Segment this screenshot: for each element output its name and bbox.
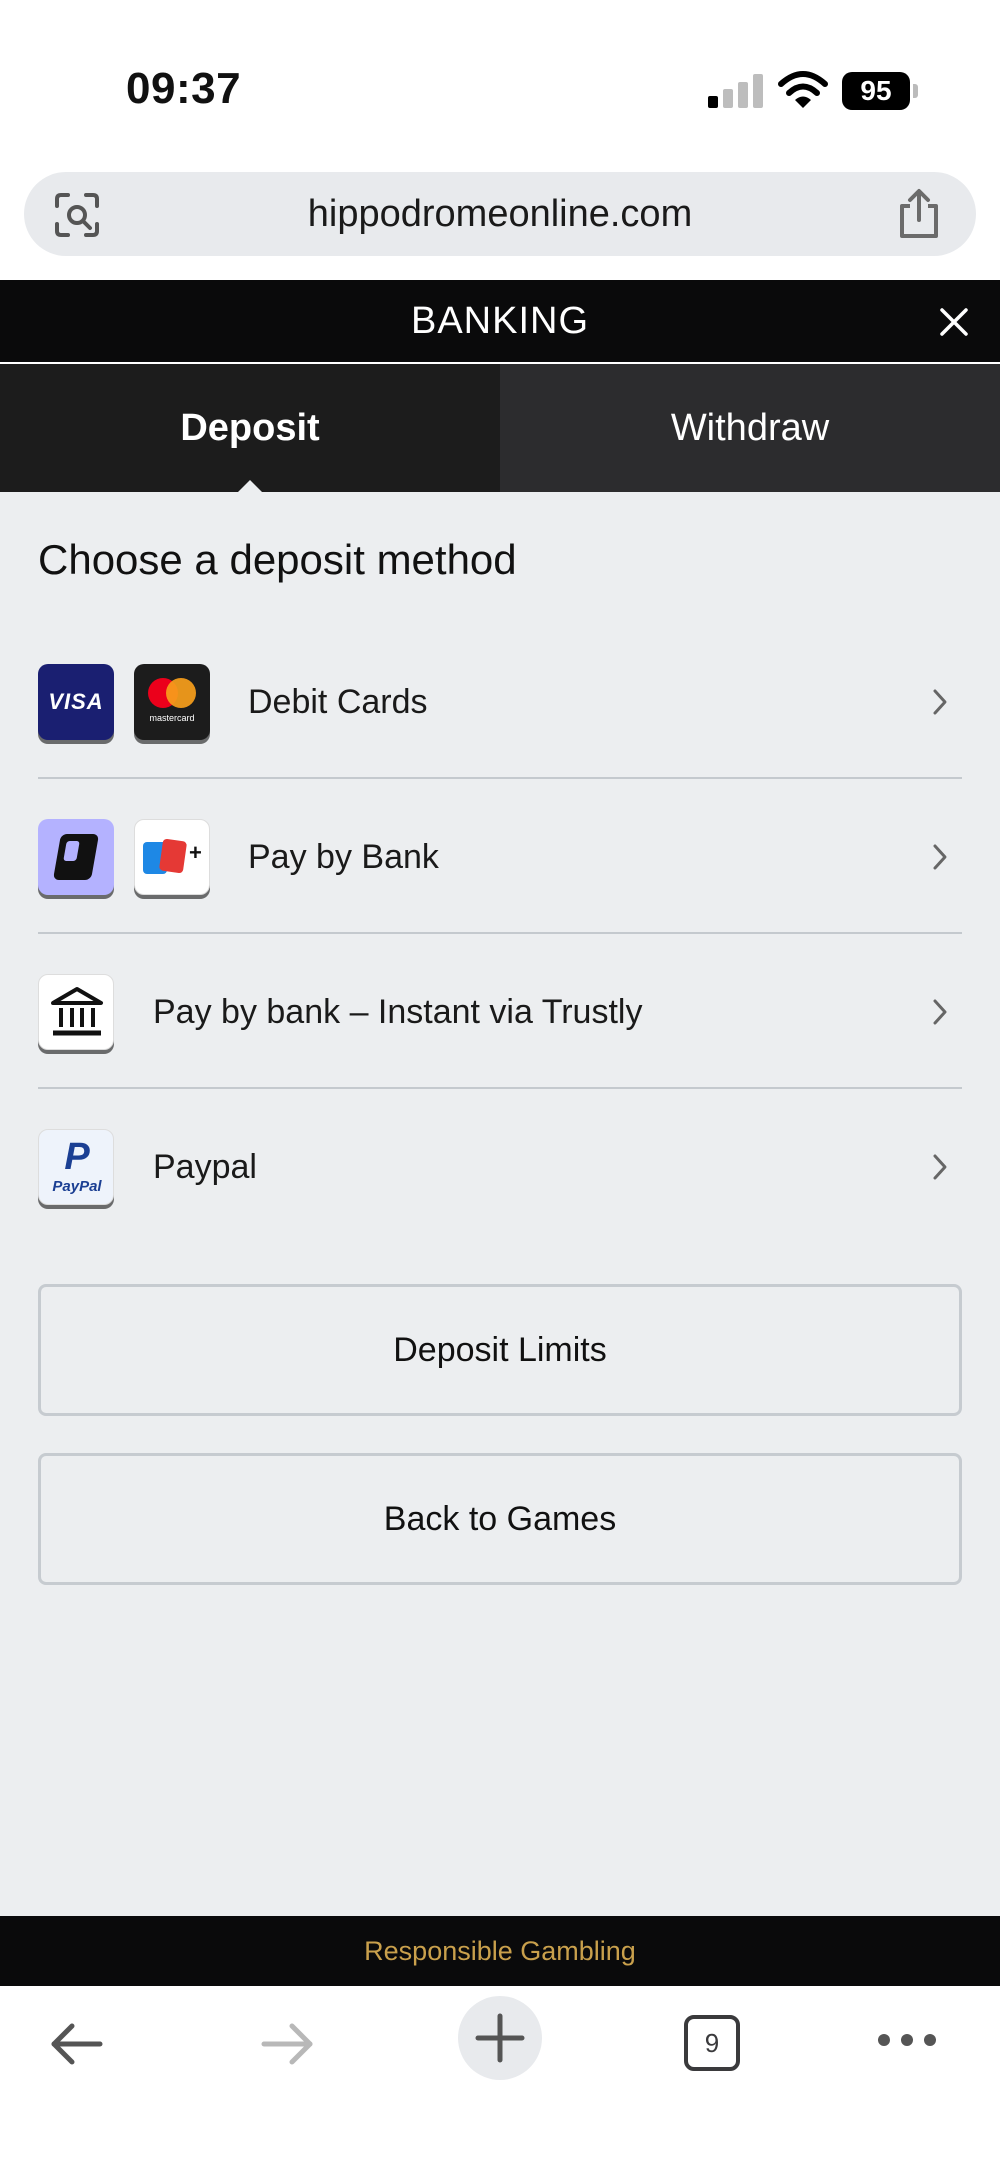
cellular-signal-icon: [708, 74, 763, 108]
bank-cards-logo: +: [134, 819, 210, 895]
method-label: Paypal: [153, 1148, 257, 1186]
tab-withdraw[interactable]: Withdraw: [500, 364, 1000, 492]
tab-deposit[interactable]: Deposit: [0, 364, 500, 492]
url-text[interactable]: hippodromeonline.com: [24, 172, 976, 256]
paypal-logo: P PayPal: [38, 1129, 114, 1205]
battery-indicator: 95: [842, 72, 918, 110]
visa-logo: VISA: [38, 664, 114, 740]
banking-tabs: Deposit Withdraw: [0, 364, 1000, 492]
chevron-right-icon: [933, 999, 947, 1025]
divider: [38, 932, 962, 934]
status-time: 09:37: [126, 64, 242, 113]
browser-toolbar: 9: [0, 1986, 1000, 2171]
bank-card-red: [158, 838, 188, 874]
chevron-right-icon: [933, 689, 947, 715]
back-to-games-button[interactable]: Back to Games: [38, 1453, 962, 1585]
new-tab-button[interactable]: [458, 1996, 542, 2080]
tabs-count-button[interactable]: 9: [684, 2015, 740, 2071]
mastercard-orange-circle: [166, 678, 196, 708]
forward-arrow-icon[interactable]: [260, 2022, 316, 2066]
chevron-right-icon: [933, 844, 947, 870]
battery-level: 95: [842, 72, 910, 110]
bank-building-icon: [38, 974, 114, 1050]
chevron-right-icon: [933, 1154, 947, 1180]
paypal-mark: P: [64, 1136, 90, 1178]
address-bar[interactable]: hippodromeonline.com: [24, 172, 976, 256]
method-paypal[interactable]: P PayPal Paypal: [38, 1090, 962, 1244]
pay-by-bank-logo: [38, 819, 114, 895]
plus-icon: +: [189, 840, 202, 865]
method-label: Debit Cards: [248, 683, 428, 721]
page-title: BANKING: [410, 300, 590, 342]
bank-building-glyph: [51, 987, 103, 1036]
responsible-gambling-link[interactable]: Responsible Gambling: [0, 1916, 1000, 1986]
active-tab-indicator: [238, 480, 262, 492]
back-arrow-icon[interactable]: [48, 2022, 104, 2066]
banking-header: BANKING: [0, 280, 1000, 362]
deposit-panel: Choose a deposit method VISA mastercard …: [0, 492, 1000, 1916]
method-pay-by-bank[interactable]: + Pay by Bank: [38, 780, 962, 934]
section-title: Choose a deposit method: [38, 536, 517, 583]
mastercard-wordmark: mastercard: [149, 713, 195, 723]
close-icon[interactable]: [938, 306, 970, 338]
share-icon[interactable]: [896, 188, 942, 240]
deposit-limits-button[interactable]: Deposit Limits: [38, 1284, 962, 1416]
battery-cap: [913, 84, 918, 98]
status-bar: 09:37 95: [0, 0, 1000, 170]
more-options-icon[interactable]: [876, 2032, 938, 2048]
method-trustly[interactable]: Pay by bank – Instant via Trustly: [38, 935, 962, 1089]
mastercard-logo: mastercard: [134, 664, 210, 740]
plus-icon: [475, 2013, 525, 2063]
divider: [38, 1087, 962, 1089]
paypal-wordmark: PayPal: [52, 1178, 102, 1195]
divider: [38, 777, 962, 779]
method-debit-cards[interactable]: VISA mastercard Debit Cards: [38, 625, 962, 779]
wifi-icon: [778, 71, 828, 108]
method-label: Pay by Bank: [248, 838, 439, 876]
method-label: Pay by bank – Instant via Trustly: [153, 993, 643, 1031]
